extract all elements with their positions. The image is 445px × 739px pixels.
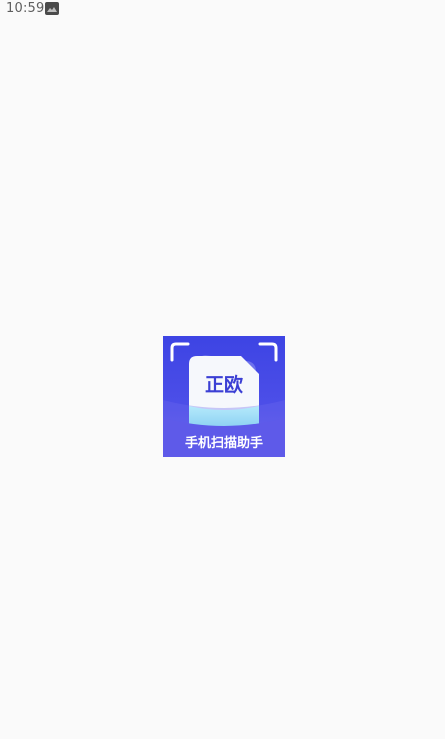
app-logo: 正欧 手机扫描助手 [163, 336, 285, 457]
logo-subtitle: 手机扫描助手 [185, 435, 263, 451]
status-time: 10:59 [6, 1, 45, 16]
scanner-logo-icon: 正欧 手机扫描助手 [163, 336, 285, 457]
status-bar: 10:59 [0, 0, 445, 18]
logo-title: 正欧 [205, 373, 243, 396]
app-notification-icon [45, 2, 59, 15]
